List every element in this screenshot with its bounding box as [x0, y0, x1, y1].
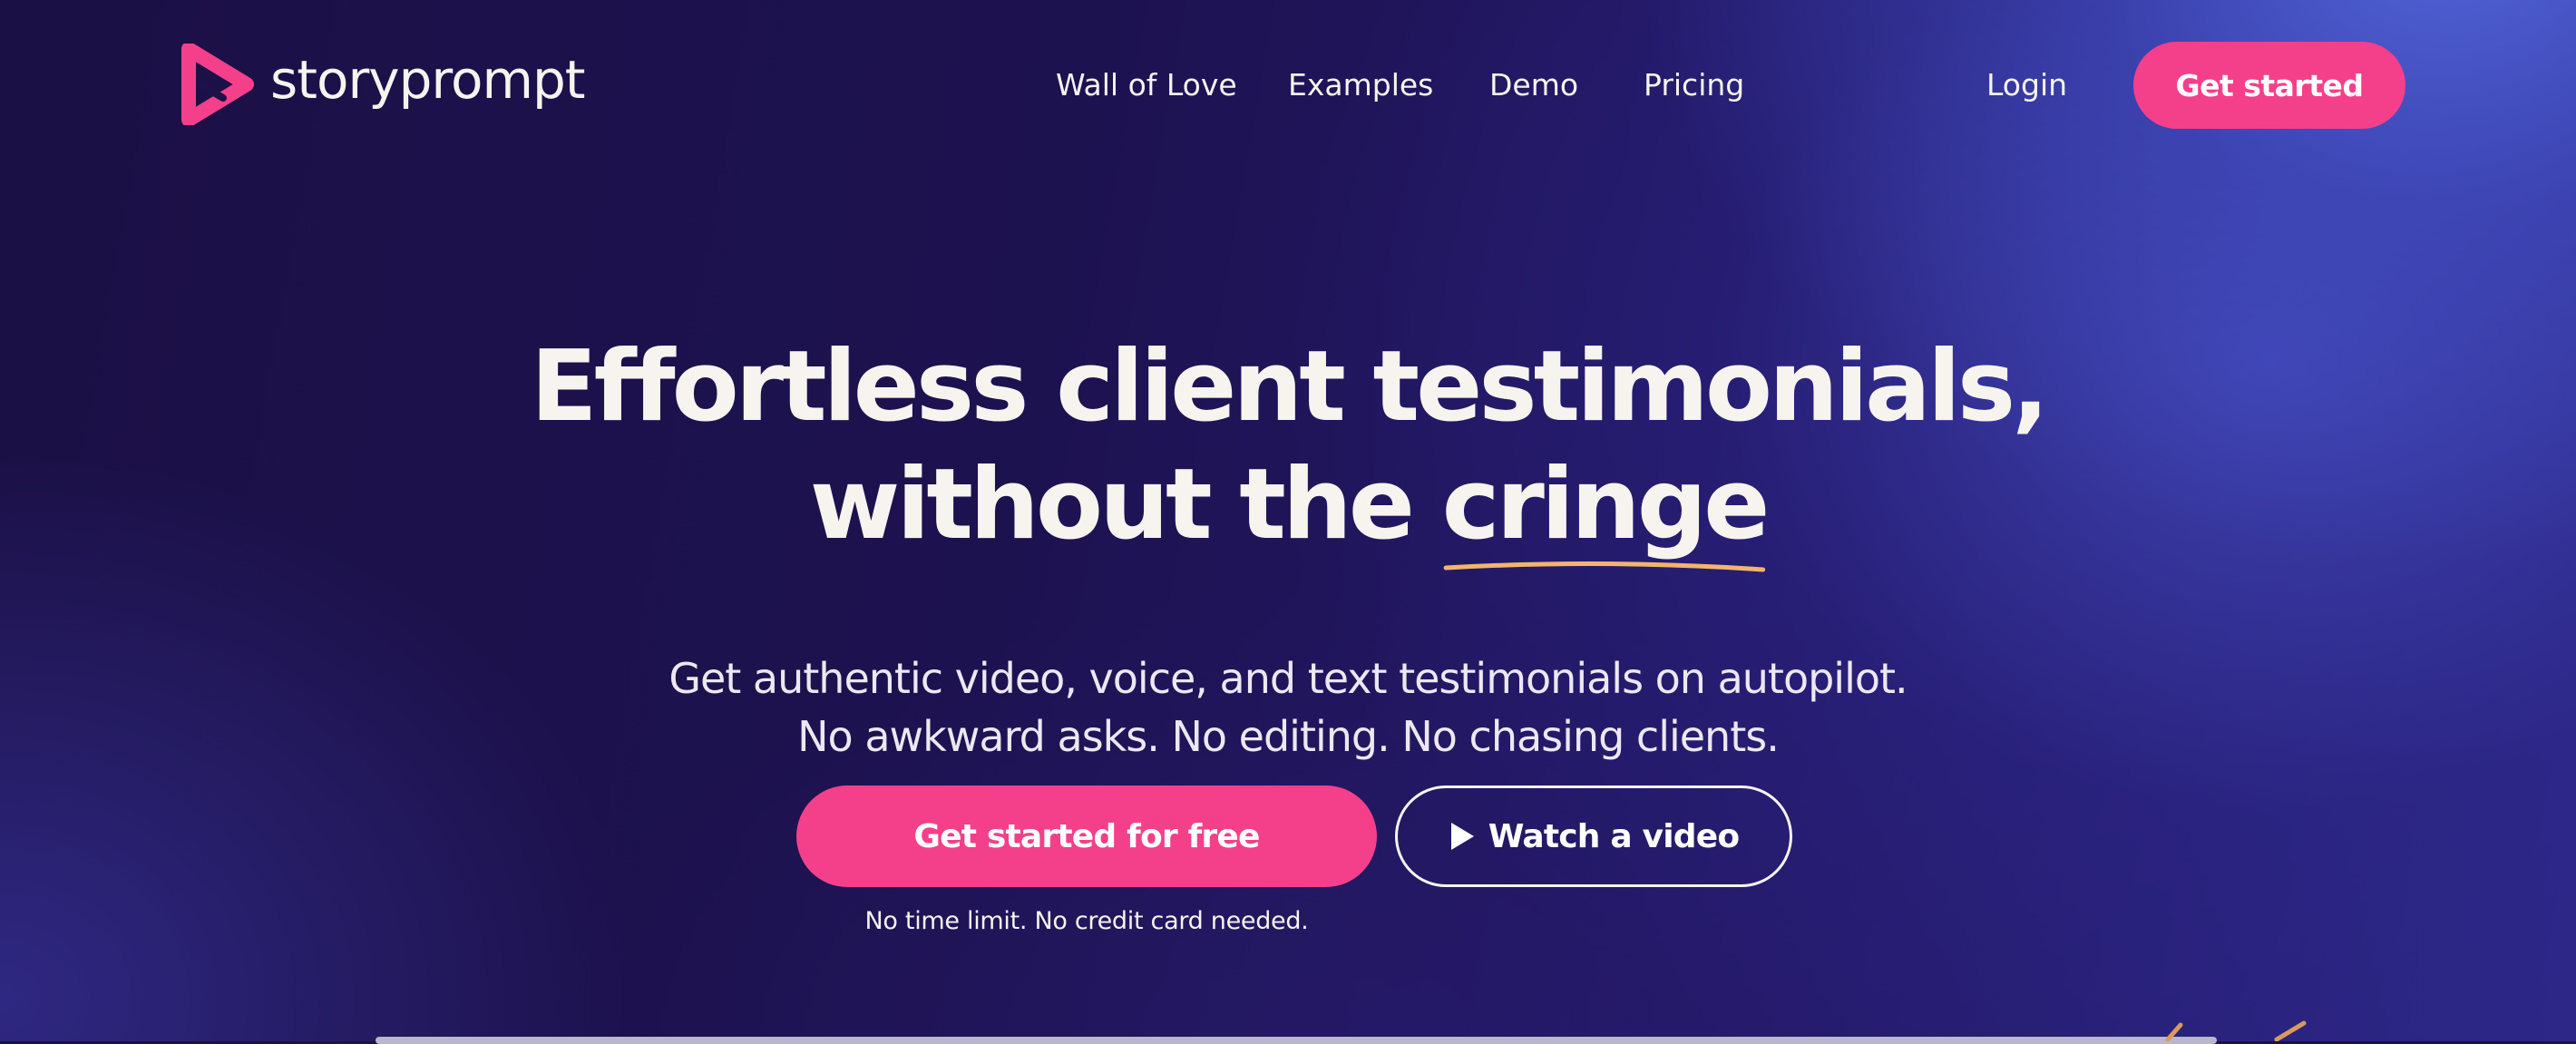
- get-started-button[interactable]: Get started: [2133, 42, 2405, 129]
- brand-name: storyprompt: [270, 49, 586, 111]
- play-triangle-logo-icon: [181, 44, 254, 125]
- watch-video-label: Watch a video: [1488, 817, 1740, 855]
- get-started-free-button[interactable]: Get started for free: [796, 785, 1377, 887]
- nav-item-examples[interactable]: Examples: [1288, 65, 1433, 105]
- decorative-doodle-icon: [2165, 1020, 2307, 1041]
- highlight-underline: [1443, 561, 1765, 572]
- nav-item-pricing[interactable]: Pricing: [1644, 65, 1744, 105]
- nav-item-demo[interactable]: Demo: [1489, 65, 1578, 105]
- nav-item-wall-of-love[interactable]: Wall of Love: [1056, 65, 1237, 105]
- hero-title: Effortless client testimonials, without …: [0, 328, 2576, 572]
- hero-subtitle: Get authentic video, voice, and text tes…: [0, 649, 2576, 766]
- hero-title-highlight: cringe: [1441, 446, 1771, 572]
- brand-logo[interactable]: storyprompt: [181, 44, 586, 125]
- login-link[interactable]: Login: [1986, 65, 2067, 105]
- watch-video-button[interactable]: Watch a video: [1395, 785, 1792, 887]
- hero-highlight-text: cringe: [1441, 448, 1771, 561]
- hero-title-line-1: Effortless client testimonials,: [530, 330, 2049, 444]
- hero-title-prefix: without the: [809, 448, 1442, 561]
- hero-subtitle-line-1: Get authentic video, voice, and text tes…: [668, 654, 1908, 703]
- hero-subtitle-line-2: No awkward asks. No editing. No chasing …: [797, 712, 1780, 761]
- play-icon: [1450, 823, 1474, 850]
- site-header: storyprompt Wall of Love Examples Demo P…: [0, 0, 2576, 172]
- preview-frame-edge: [376, 1037, 2217, 1044]
- hero-title-line-2: without the cringe: [0, 446, 2576, 572]
- cta-note: No time limit. No credit card needed.: [864, 907, 1309, 935]
